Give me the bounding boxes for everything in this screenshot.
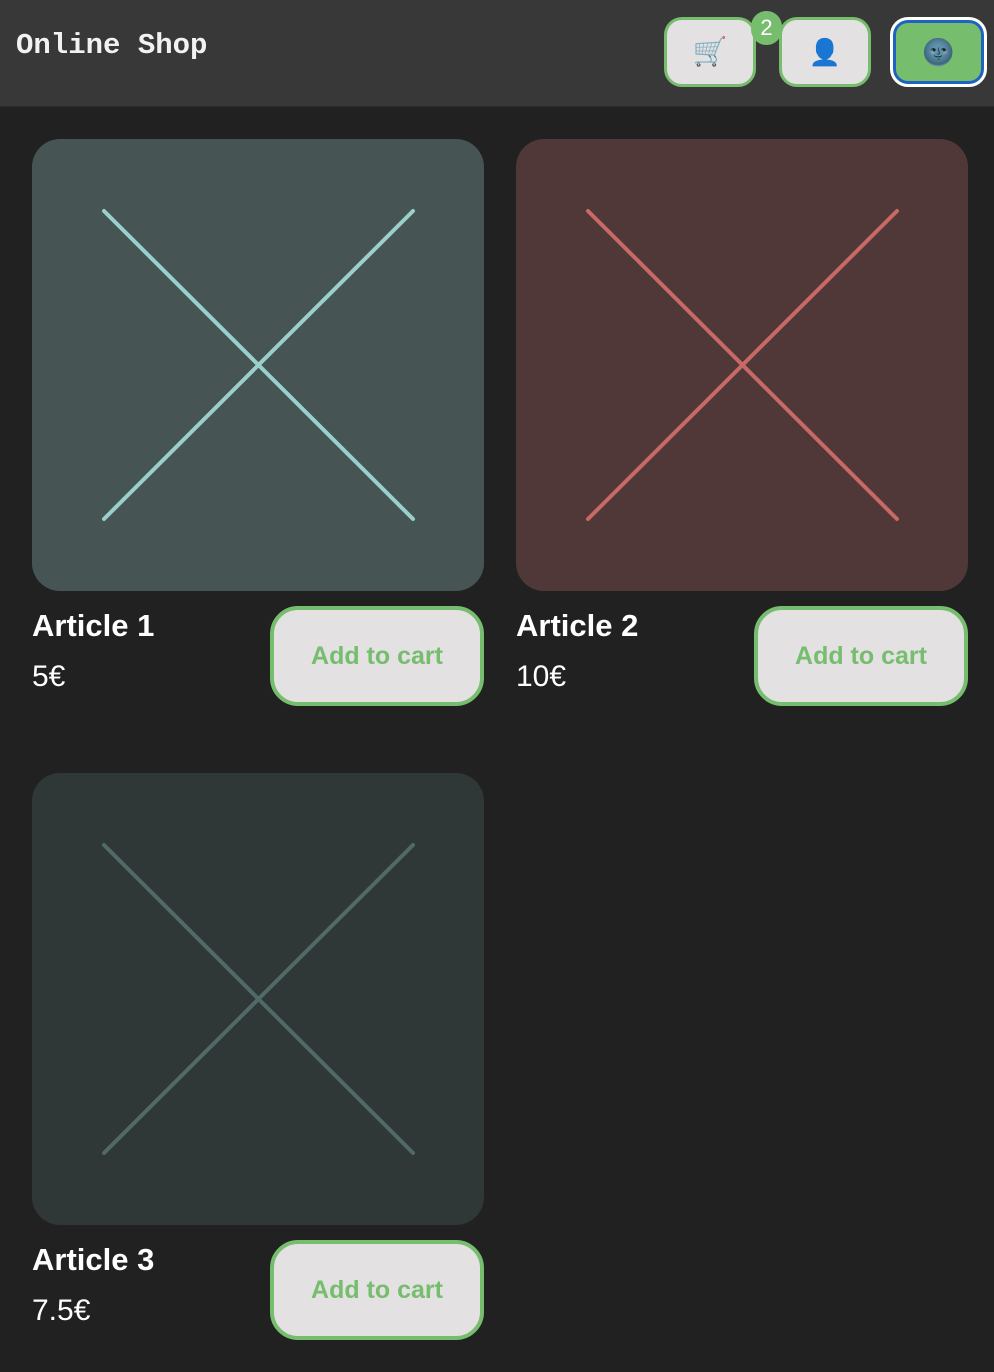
- placeholder-x-icon: [32, 139, 484, 591]
- product-image: [516, 139, 968, 591]
- product-price: 5€: [32, 660, 66, 693]
- add-to-cart-button[interactable]: Add to cart: [754, 606, 968, 706]
- user-icon: 👤: [808, 37, 842, 67]
- product-price: 7.5€: [32, 1294, 91, 1327]
- theme-toggle-button[interactable]: 🌚: [890, 17, 987, 87]
- moon-icon: 🌚: [922, 37, 955, 67]
- add-to-cart-button[interactable]: Add to cart: [270, 1240, 484, 1340]
- app-header: Online Shop 🛒 2 👤 🌚: [0, 0, 994, 107]
- cart-button[interactable]: 🛒: [664, 17, 756, 87]
- product-image: [32, 773, 484, 1225]
- app-title: Online Shop: [16, 29, 208, 62]
- product-name: Article 3: [32, 1242, 155, 1277]
- cart-icon: 🛒: [692, 36, 728, 67]
- product-image: [32, 139, 484, 591]
- cart-count-badge: 2: [751, 11, 782, 45]
- account-button[interactable]: 👤: [779, 17, 871, 87]
- placeholder-x-icon: [32, 773, 484, 1225]
- placeholder-x-icon: [516, 139, 968, 591]
- product-name: Article 1: [32, 608, 155, 643]
- add-to-cart-button[interactable]: Add to cart: [270, 606, 484, 706]
- product-name: Article 2: [516, 608, 639, 643]
- product-price: 10€: [516, 660, 567, 693]
